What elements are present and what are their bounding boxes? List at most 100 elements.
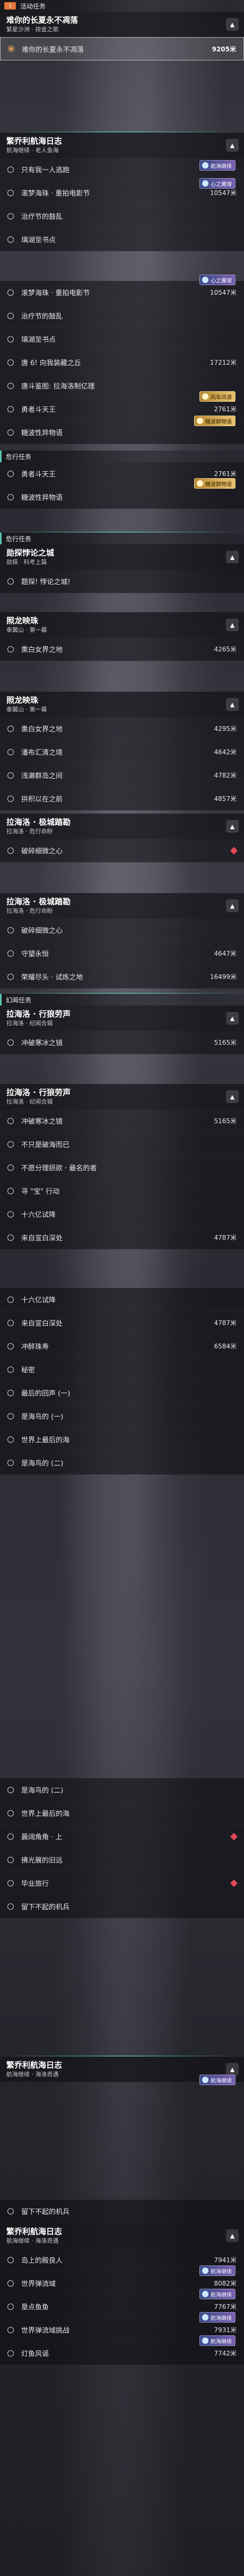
chevron-up-icon[interactable]: ▲ bbox=[226, 18, 239, 31]
task-row[interactable]: 十六亿试降 bbox=[0, 1203, 244, 1226]
task-row[interactable]: 冲破寒冰之镜 5165米 bbox=[0, 1031, 244, 1054]
quest-header[interactable]: 拉海洛 · 行狼劳声 拉海洛 · 纪闻合辑 ▲ bbox=[0, 1084, 244, 1109]
radio-icon[interactable] bbox=[7, 1211, 14, 1218]
radio-icon[interactable] bbox=[7, 2350, 14, 2357]
category-header-wonder[interactable]: 幻闻任务 bbox=[0, 994, 244, 1005]
task-row[interactable]: 来自宣白深处 4787米 bbox=[0, 1311, 244, 1335]
radio-icon[interactable] bbox=[7, 213, 14, 219]
radio-icon[interactable] bbox=[7, 1234, 14, 1241]
radio-icon[interactable] bbox=[7, 2256, 14, 2263]
radio-icon[interactable] bbox=[7, 1856, 14, 1863]
radio-icon[interactable] bbox=[7, 1366, 14, 1373]
chevron-up-icon[interactable]: ▲ bbox=[226, 139, 239, 152]
chevron-up-icon[interactable]: ▲ bbox=[226, 2229, 239, 2242]
task-row[interactable]: 最后的回声 (一) bbox=[0, 1381, 244, 1405]
task-row[interactable]: 世界上最后的海 bbox=[0, 1428, 244, 1451]
chevron-up-icon[interactable]: ▲ bbox=[226, 698, 239, 711]
radio-icon[interactable] bbox=[7, 1810, 14, 1816]
radio-icon[interactable] bbox=[7, 1880, 14, 1886]
radio-icon[interactable] bbox=[7, 405, 14, 412]
radio-icon[interactable] bbox=[7, 646, 14, 652]
chevron-up-icon[interactable]: ▲ bbox=[226, 820, 239, 833]
quest-header[interactable]: 勋探悖论之城 勋探 · 科考上篇 ▲ bbox=[0, 544, 244, 570]
task-row[interactable]: 秘密 bbox=[0, 1358, 244, 1381]
task-row[interactable]: 滚梦海珠 · 重拍电影节 10547米 心之翼球 bbox=[0, 275, 244, 304]
radio-icon[interactable] bbox=[7, 2326, 14, 2333]
radio-icon[interactable] bbox=[7, 847, 14, 854]
radio-icon[interactable] bbox=[7, 1833, 14, 1840]
category-header-dangerous[interactable]: 危行任务 bbox=[0, 451, 244, 462]
chevron-up-icon[interactable]: ▲ bbox=[226, 2063, 239, 2076]
category-header-dangerous[interactable]: 危行任务 bbox=[0, 533, 244, 544]
radio-icon[interactable] bbox=[7, 1786, 14, 1793]
quest-header[interactable]: 照龙映珠 泰翼山 · 第一幕 ▲ bbox=[0, 692, 244, 717]
task-row[interactable]: 冲醉珠寿 6584米 bbox=[0, 1335, 244, 1358]
task-row[interactable]: 十六亿试降 bbox=[0, 1288, 244, 1311]
radio-icon[interactable] bbox=[7, 359, 14, 366]
chevron-up-icon[interactable]: ▲ bbox=[226, 1090, 239, 1103]
task-row[interactable]: 熏白女界之地 4265米 bbox=[0, 638, 244, 661]
radio-icon[interactable] bbox=[7, 189, 14, 196]
task-row[interactable]: 留下不起的机兵 bbox=[0, 2200, 244, 2223]
chevron-up-icon[interactable]: ▲ bbox=[226, 551, 239, 563]
task-row[interactable]: 浅濑群岛之间 4782米 bbox=[0, 764, 244, 787]
radio-icon[interactable] bbox=[7, 2303, 14, 2310]
radio-icon[interactable] bbox=[7, 950, 14, 957]
task-row[interactable]: 破碎细微之心 bbox=[0, 919, 244, 942]
radio-icon[interactable] bbox=[7, 166, 14, 173]
chevron-up-icon[interactable]: ▲ bbox=[226, 899, 239, 912]
task-row[interactable]: 糖波性异物语 糖波群物语 bbox=[0, 416, 244, 444]
radio-icon[interactable] bbox=[7, 1459, 14, 1466]
quest-header[interactable]: 繁乔利航海日志 航海继续 · 老人鱼海 ▲ bbox=[0, 133, 244, 158]
task-row[interactable]: 糖波性异物语 糖波群物语 bbox=[0, 478, 244, 509]
radio-icon[interactable] bbox=[7, 2280, 14, 2287]
radio-icon[interactable] bbox=[7, 927, 14, 933]
task-row[interactable]: 不只是破海而已 bbox=[0, 1133, 244, 1156]
task-row[interactable]: 毕业旅行 bbox=[0, 1872, 244, 1895]
radio-icon[interactable] bbox=[7, 1164, 14, 1171]
task-row[interactable]: 寻 "宝" 行动 bbox=[0, 1179, 244, 1203]
task-row[interactable]: 潘布汇清之境 4642米 bbox=[0, 740, 244, 764]
radio-icon[interactable] bbox=[7, 1343, 14, 1349]
task-row[interactable]: 守望永恒 4647米 bbox=[0, 942, 244, 965]
quest-header[interactable]: 难你的长夏永不凋落 繁星沙洲 · 掠金之歌 ▲ bbox=[0, 12, 244, 37]
task-row[interactable]: 来自宣白深处 4787米 bbox=[0, 1226, 244, 1249]
quest-header[interactable]: 拉海洛 · 行狼劳声 拉海洛 · 纪闻合辑 ▲ bbox=[0, 1005, 244, 1031]
radio-icon[interactable] bbox=[7, 1389, 14, 1396]
task-row[interactable]: 灯鱼风谣 7742米 航海继续 bbox=[0, 2335, 244, 2365]
task-row[interactable]: 题探! 悖论之城! bbox=[0, 570, 244, 593]
task-row[interactable]: 是海鸟的 (一) bbox=[0, 1405, 244, 1428]
quest-header[interactable]: 繁乔利航海日志 航海继续 · 海洛奇遇 ▲ 航海继续 bbox=[0, 2057, 244, 2085]
task-row[interactable]: 冲破寒冰之镜 5165米 bbox=[0, 1109, 244, 1133]
radio-icon[interactable] bbox=[7, 578, 14, 585]
task-row[interactable]: 璃湖至书点 bbox=[0, 228, 244, 251]
task-row[interactable]: 拂光展的旧远 bbox=[0, 1848, 244, 1872]
task-row[interactable]: 璃湖至书点 bbox=[0, 328, 244, 351]
radio-icon[interactable] bbox=[7, 493, 14, 500]
quest-header[interactable]: 照龙映珠 泰翼山 · 第一幕 ▲ bbox=[0, 612, 244, 638]
radio-icon[interactable] bbox=[7, 1117, 14, 1124]
radio-icon[interactable] bbox=[7, 1903, 14, 1910]
radio-icon[interactable] bbox=[7, 973, 14, 980]
radio-icon[interactable] bbox=[7, 236, 14, 243]
task-row[interactable]: 荣耀尽头 · 试炼之地 16499米 bbox=[0, 965, 244, 989]
quest-header[interactable]: 拉海洛 · 极城踏勘 拉海洛 · 危行命盼 ▲ bbox=[0, 893, 244, 919]
radio-icon[interactable] bbox=[7, 725, 14, 732]
task-row[interactable]: 晨阔角角 · 上 bbox=[0, 1825, 244, 1848]
radio-icon[interactable] bbox=[7, 382, 14, 389]
quest-header[interactable]: 拉海洛 · 极城踏勘 拉海洛 · 危行命盼 ▲ bbox=[0, 814, 244, 839]
task-row[interactable]: 唐 6! 向我装藏之丘 17212米 bbox=[0, 351, 244, 374]
radio-icon[interactable] bbox=[7, 795, 14, 802]
radio-icon[interactable] bbox=[7, 1141, 14, 1148]
task-row[interactable]: 熏白女界之地 4295米 bbox=[0, 717, 244, 740]
radio-icon[interactable] bbox=[7, 2208, 14, 2215]
task-row[interactable]: 治疗节的鼓乱 bbox=[0, 304, 244, 328]
task-row[interactable]: 破碎细微之心 bbox=[0, 839, 244, 862]
task-row[interactable]: 世界上最后的海 bbox=[0, 1802, 244, 1825]
radio-icon[interactable] bbox=[7, 1039, 14, 1046]
radio-icon[interactable] bbox=[7, 1319, 14, 1326]
radio-icon[interactable] bbox=[7, 1413, 14, 1419]
radio-icon[interactable] bbox=[7, 748, 14, 755]
radio-icon[interactable] bbox=[7, 470, 14, 477]
chevron-up-icon[interactable]: ▲ bbox=[226, 1012, 239, 1025]
